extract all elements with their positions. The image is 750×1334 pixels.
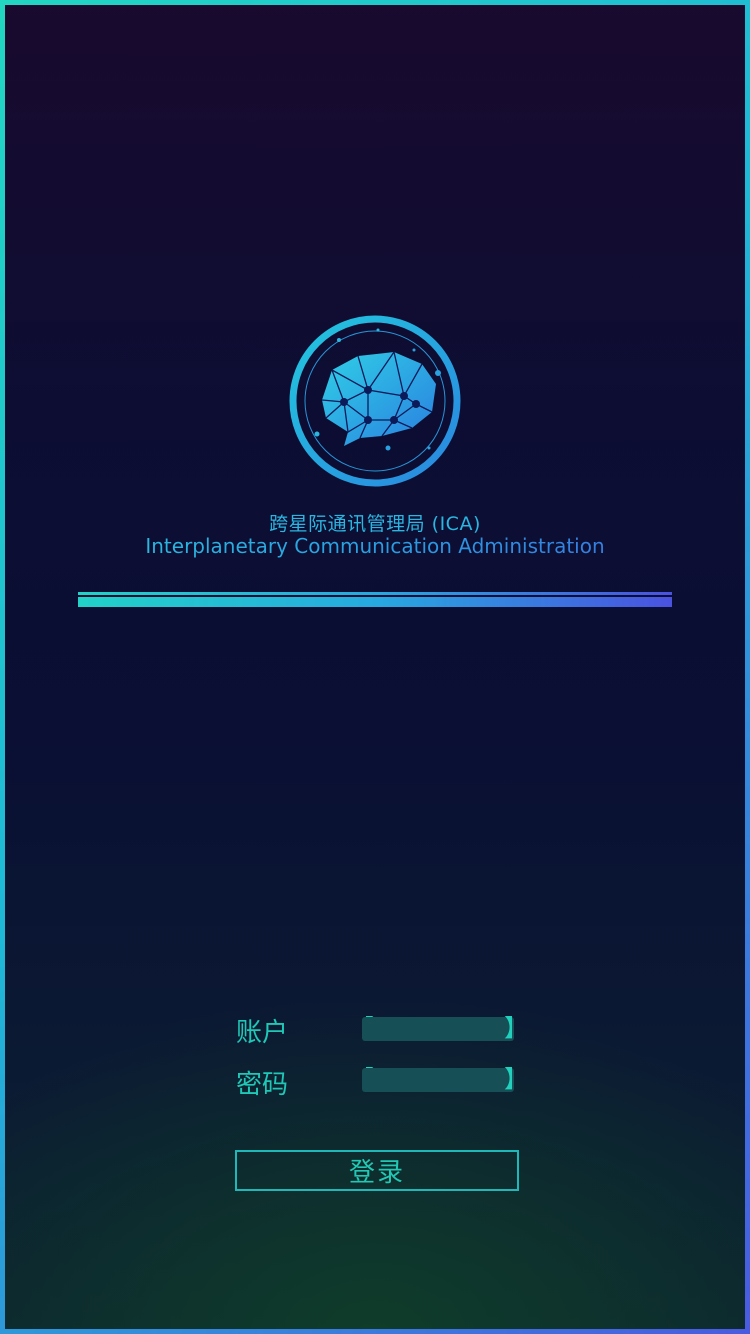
account-label: 账户 bbox=[236, 1018, 289, 1048]
password-input[interactable] bbox=[362, 1068, 514, 1092]
password-label: 密码 bbox=[236, 1070, 289, 1100]
header-divider-thick bbox=[78, 597, 672, 607]
password-field: 【 】 bbox=[350, 1065, 528, 1094]
right-bracket-icon: 】 bbox=[504, 1065, 528, 1093]
account-field: 【 】 bbox=[350, 1014, 528, 1043]
header-divider-thin bbox=[78, 592, 672, 595]
right-bracket-icon: 】 bbox=[504, 1014, 528, 1042]
ica-logo-icon bbox=[289, 315, 461, 487]
login-button[interactable]: 登录 bbox=[235, 1150, 519, 1191]
login-screen: 跨星际通讯管理局 (ICA) Interplanetary Communicat… bbox=[0, 0, 750, 1334]
agency-title-chinese: 跨星际通讯管理局 (ICA) bbox=[269, 513, 481, 535]
account-input[interactable] bbox=[362, 1017, 514, 1041]
agency-title-english: Interplanetary Communication Administrat… bbox=[0, 534, 750, 558]
screen-border bbox=[0, 0, 750, 1334]
